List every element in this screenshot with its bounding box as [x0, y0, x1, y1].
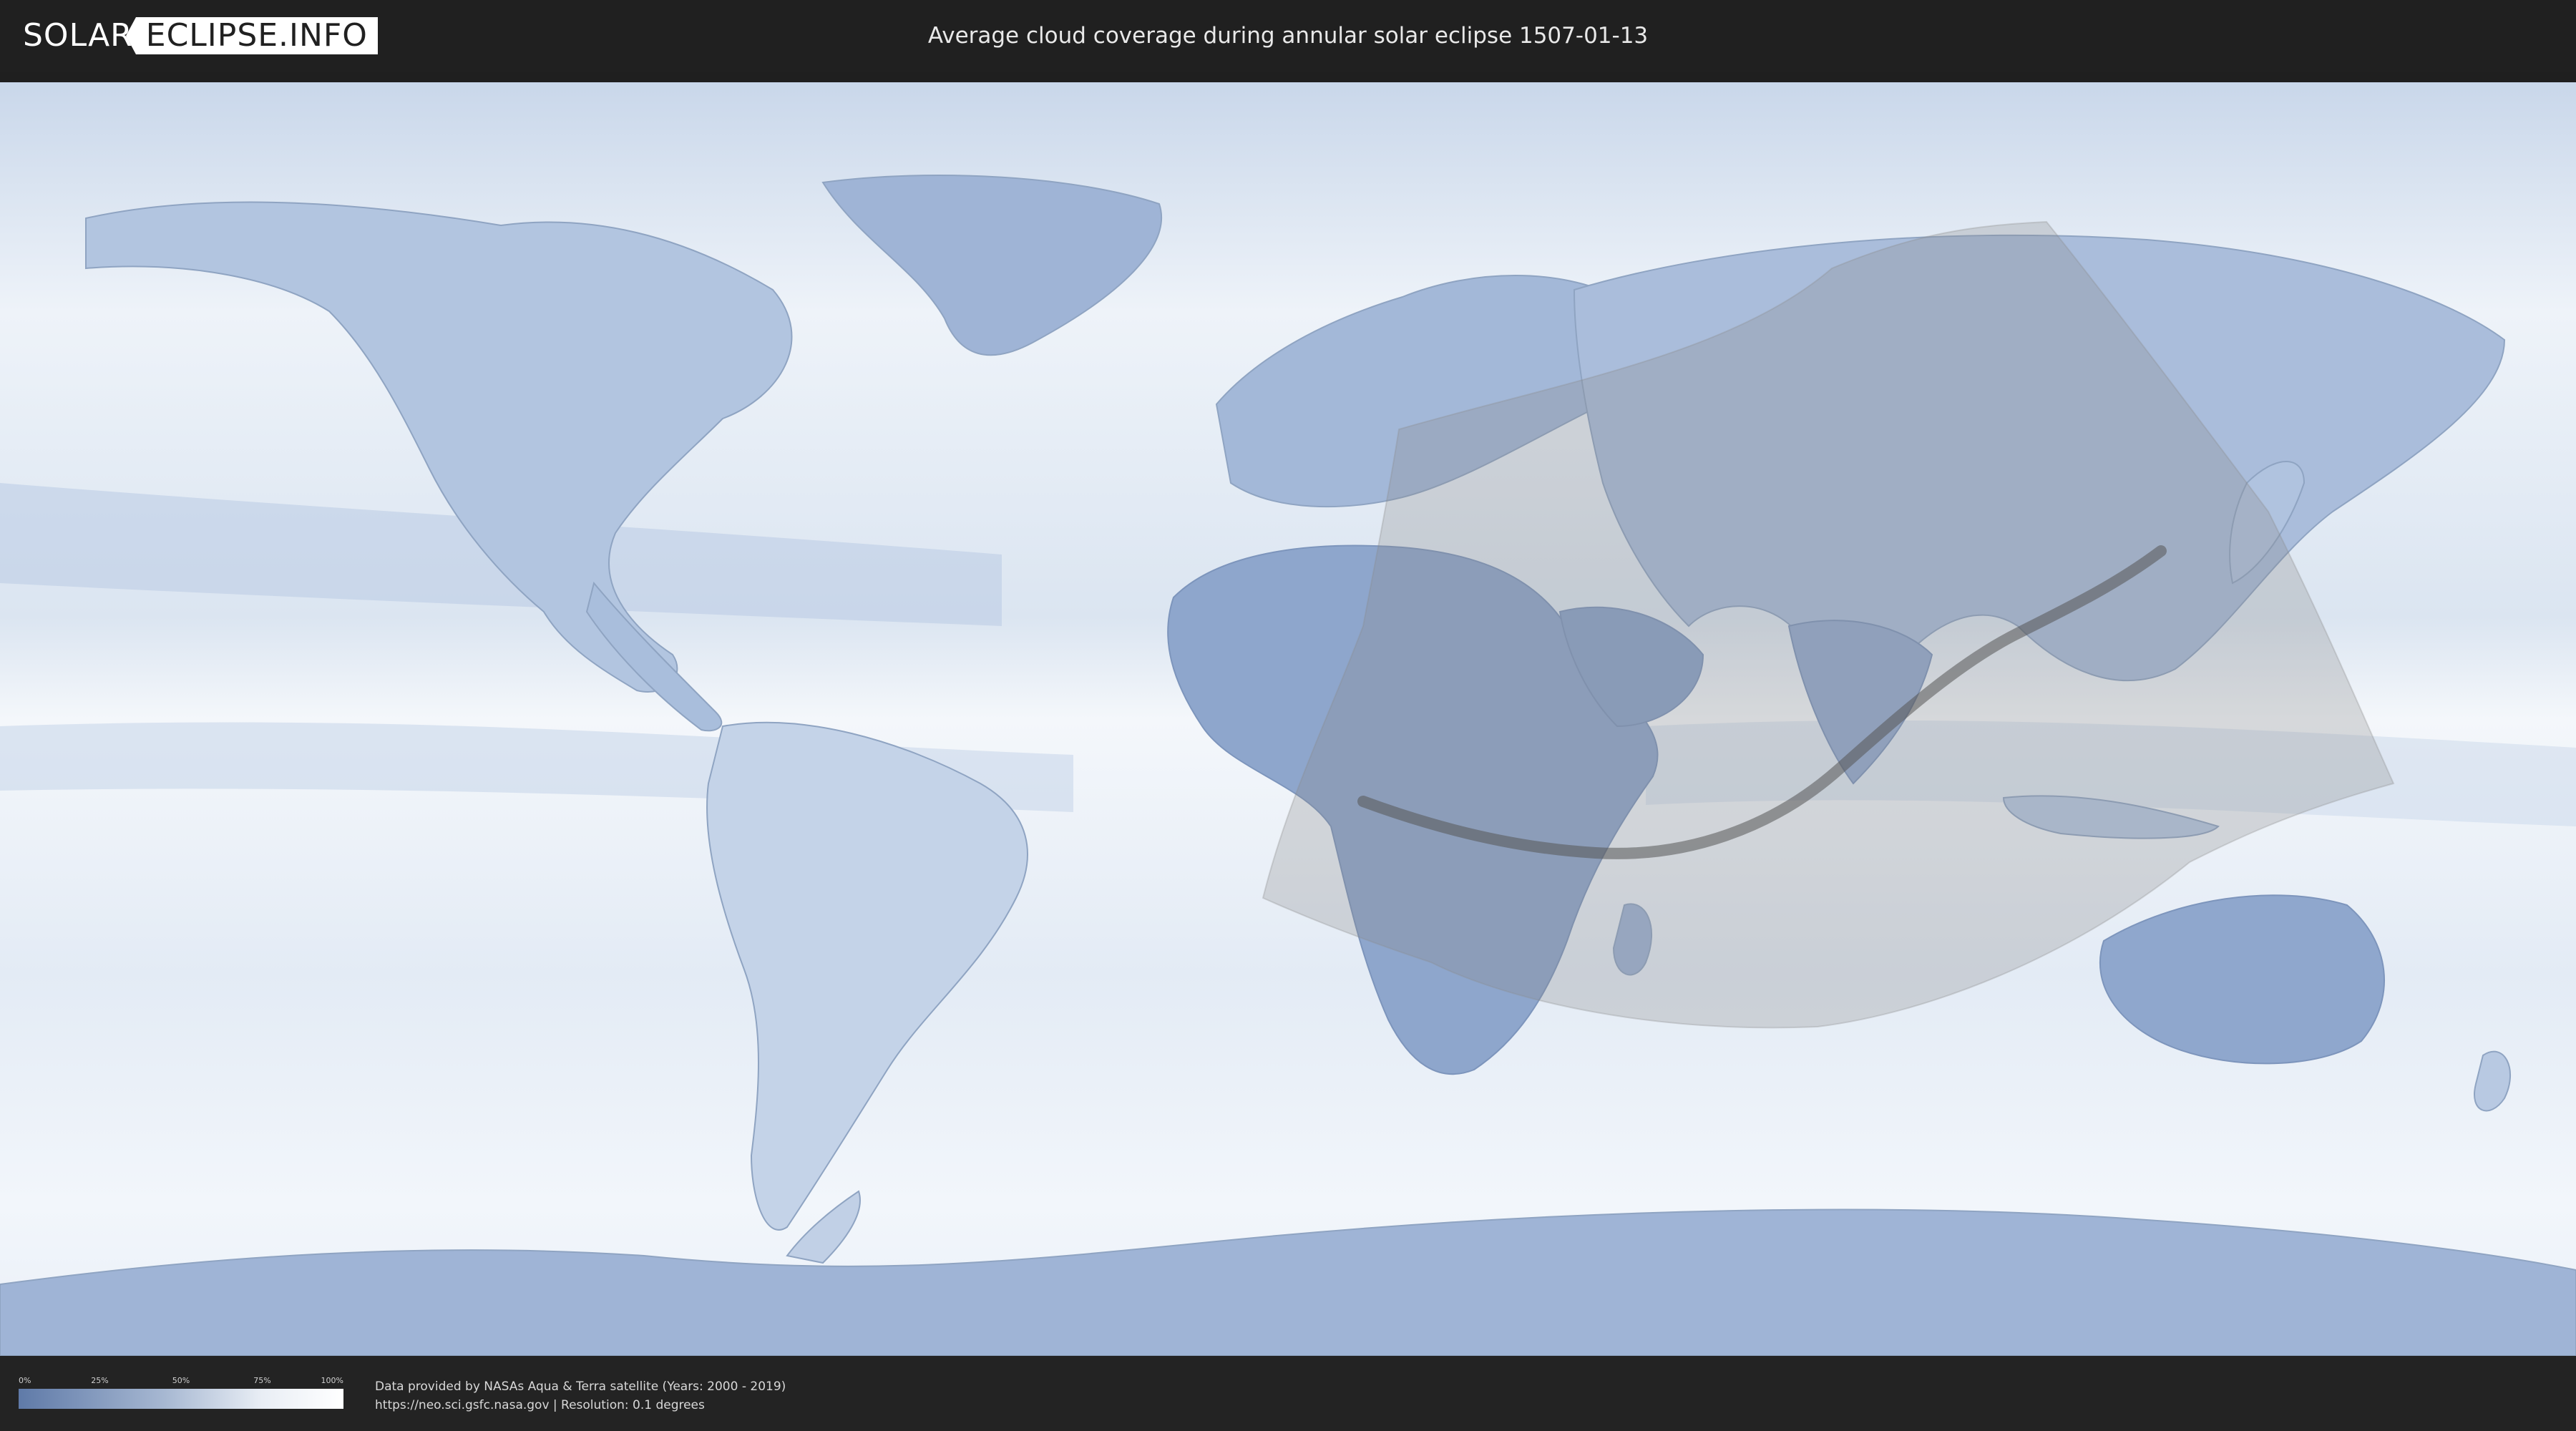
page-title: Average cloud coverage during annular so… [927, 23, 1649, 49]
legend-color-bar [19, 1389, 343, 1409]
legend-tick: 25% [91, 1376, 109, 1385]
legend-tick: 75% [253, 1376, 271, 1385]
header-bar: SOLAR ECLIPSE.INFO Average cloud coverag… [0, 0, 2576, 72]
footer-bar: 0% 25% 50% 75% 100% Data provided by NAS… [0, 1356, 2576, 1431]
cloud-coverage-map[interactable] [0, 82, 2576, 1356]
legend-tick: 100% [321, 1376, 343, 1385]
world-map-svg [0, 82, 2576, 1356]
legend-tick: 50% [172, 1376, 190, 1385]
legend-tick: 0% [19, 1376, 31, 1385]
data-credits: Data provided by NASAs Aqua & Terra sate… [375, 1377, 786, 1415]
cloud-coverage-legend: 0% 25% 50% 75% 100% [19, 1376, 343, 1412]
credits-line-url[interactable]: https://neo.sci.gsfc.nasa.gov | Resoluti… [375, 1396, 786, 1415]
credits-line-source: Data provided by NASAs Aqua & Terra sate… [375, 1379, 786, 1394]
legend-ticks: 0% 25% 50% 75% 100% [19, 1376, 343, 1386]
